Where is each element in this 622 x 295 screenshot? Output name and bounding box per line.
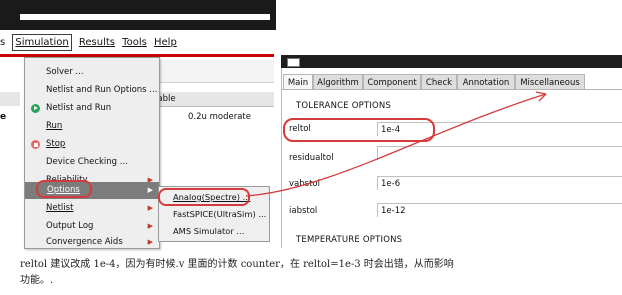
caption-line-1: reltol 建议改成 1e-4，因为有时候.v 里面的计数 counter，在… — [20, 259, 454, 270]
annotation-caption: reltol 建议改成 1e-4，因为有时候.v 里面的计数 counter，在… — [20, 257, 540, 289]
annotation-arrow — [245, 91, 547, 197]
caption-line-2: 功能。. — [20, 275, 54, 286]
